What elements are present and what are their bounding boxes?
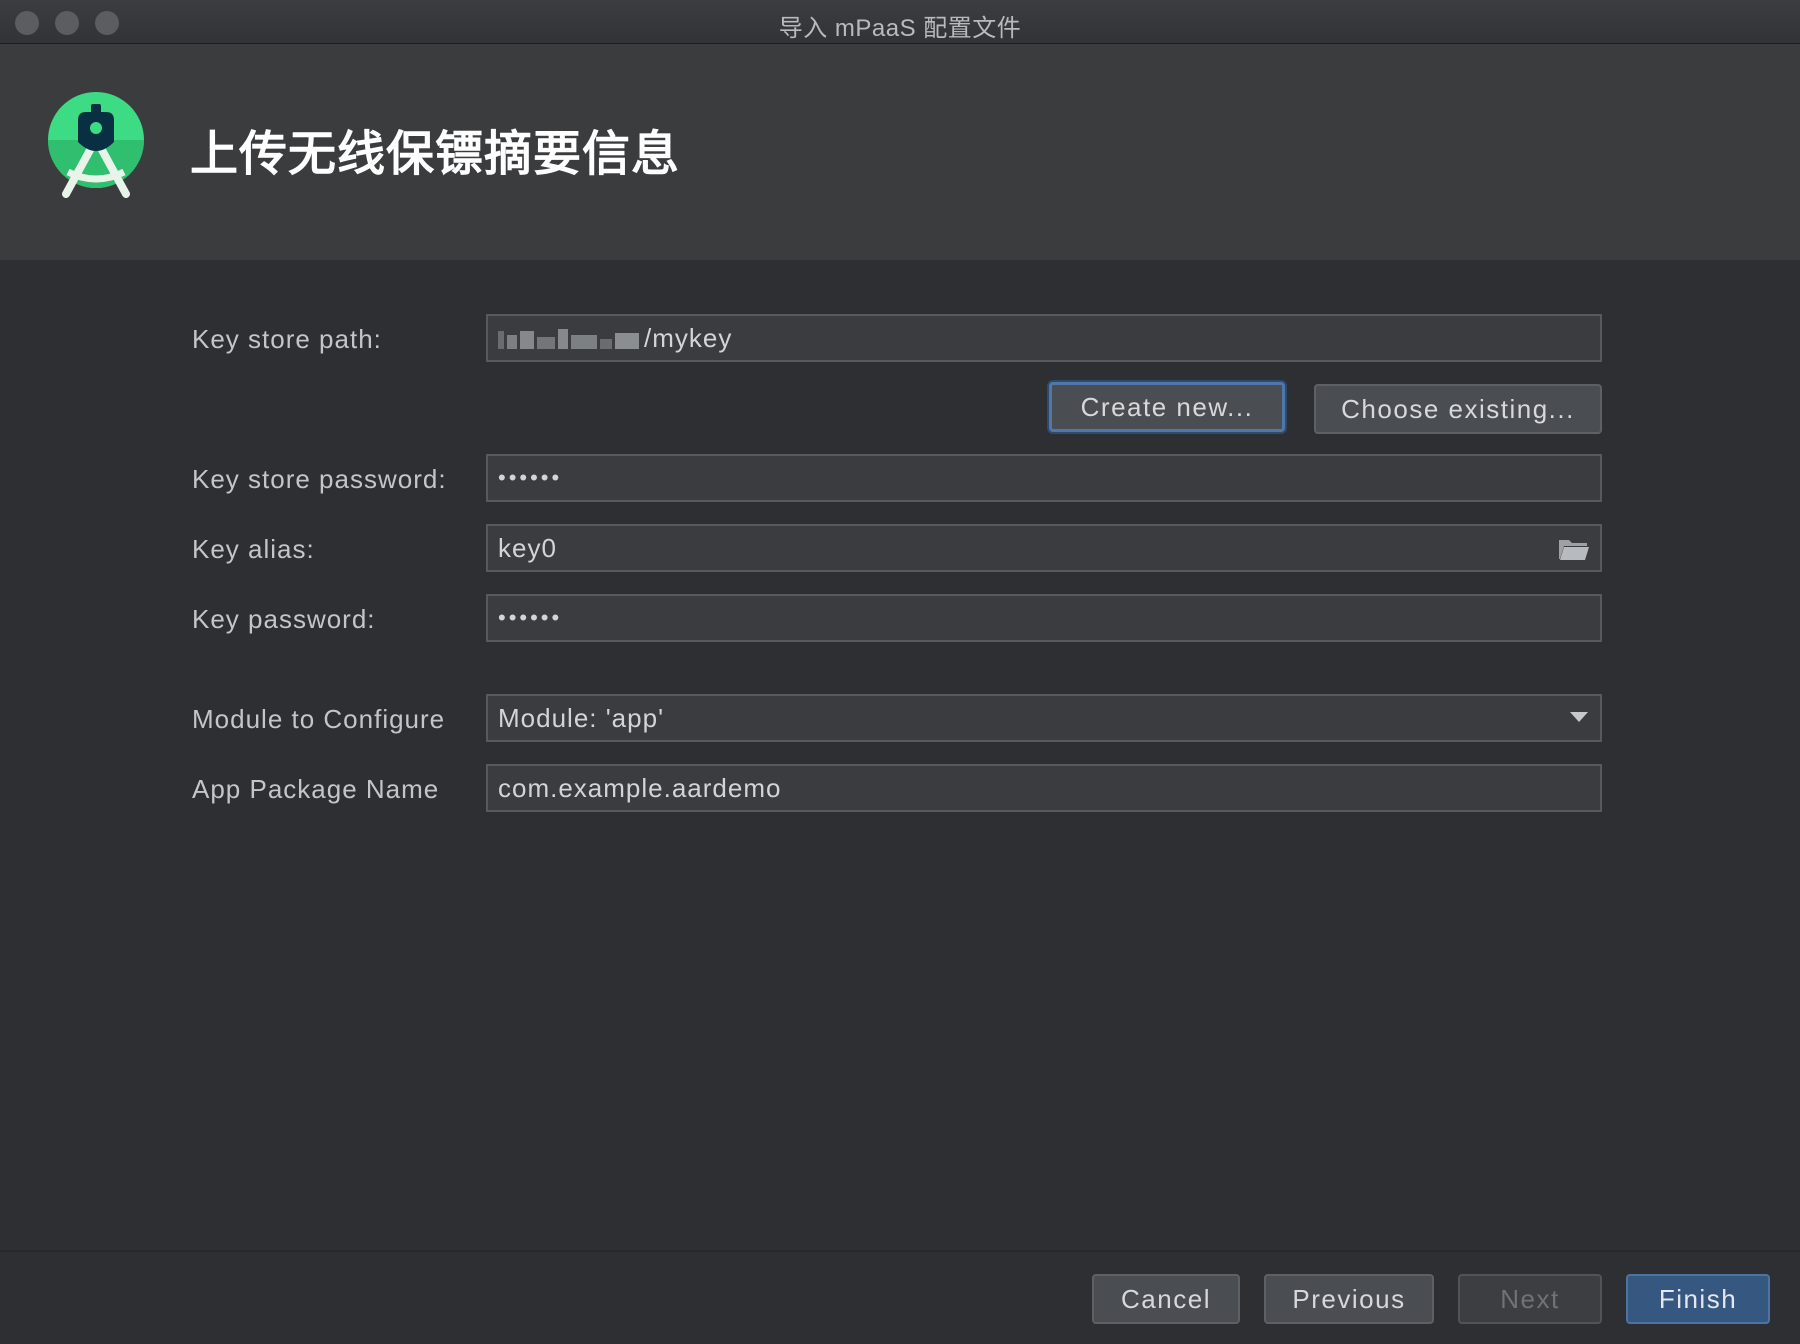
key-password-field[interactable]: •••••• <box>486 594 1602 642</box>
next-button[interactable]: Next <box>1458 1274 1602 1324</box>
module-label: Module to Configure <box>192 704 446 734</box>
key-password-label: Key password: <box>192 604 376 634</box>
create-new-button[interactable]: Create new... <box>1049 382 1285 432</box>
package-name-label: App Package Name <box>192 774 440 804</box>
window-title: 导入 mPaaS 配置文件 <box>778 15 1022 42</box>
android-studio-logo-icon <box>48 92 144 198</box>
previous-button[interactable]: Previous <box>1264 1274 1434 1324</box>
key-alias-value: key0 <box>498 533 557 563</box>
wizard-header: 上传无线保镖摘要信息 <box>0 44 1800 260</box>
folder-icon[interactable] <box>1558 536 1590 562</box>
keystore-path-label: Key store path: <box>192 324 382 354</box>
footer-divider <box>0 1250 1800 1252</box>
keystore-password-field[interactable]: •••••• <box>486 454 1602 502</box>
title-bar[interactable]: 导入 mPaaS 配置文件 <box>0 0 1800 44</box>
keystore-path-field[interactable]: /mykey <box>486 314 1602 362</box>
package-name-field[interactable]: com.example.aardemo <box>486 764 1602 812</box>
keystore-path-value: /mykey <box>644 323 733 353</box>
key-alias-field[interactable]: key0 <box>486 524 1602 572</box>
dialog-window: 导入 mPaaS 配置文件 上传无线保镖摘要信息 Key store path:… <box>0 0 1800 1344</box>
page-title: 上传无线保镖摘要信息 <box>190 128 681 181</box>
keystore-password-label: Key store password: <box>192 464 447 494</box>
module-select[interactable]: Module: 'app' <box>486 694 1602 742</box>
cancel-button[interactable]: Cancel <box>1092 1274 1240 1324</box>
finish-button[interactable]: Finish <box>1626 1274 1770 1324</box>
key-alias-label: Key alias: <box>192 534 315 564</box>
module-select-value: Module: 'app' <box>498 703 665 733</box>
choose-existing-button[interactable]: Choose existing... <box>1314 384 1602 434</box>
redacted-path <box>498 318 642 360</box>
chevron-down-icon <box>1570 712 1588 722</box>
